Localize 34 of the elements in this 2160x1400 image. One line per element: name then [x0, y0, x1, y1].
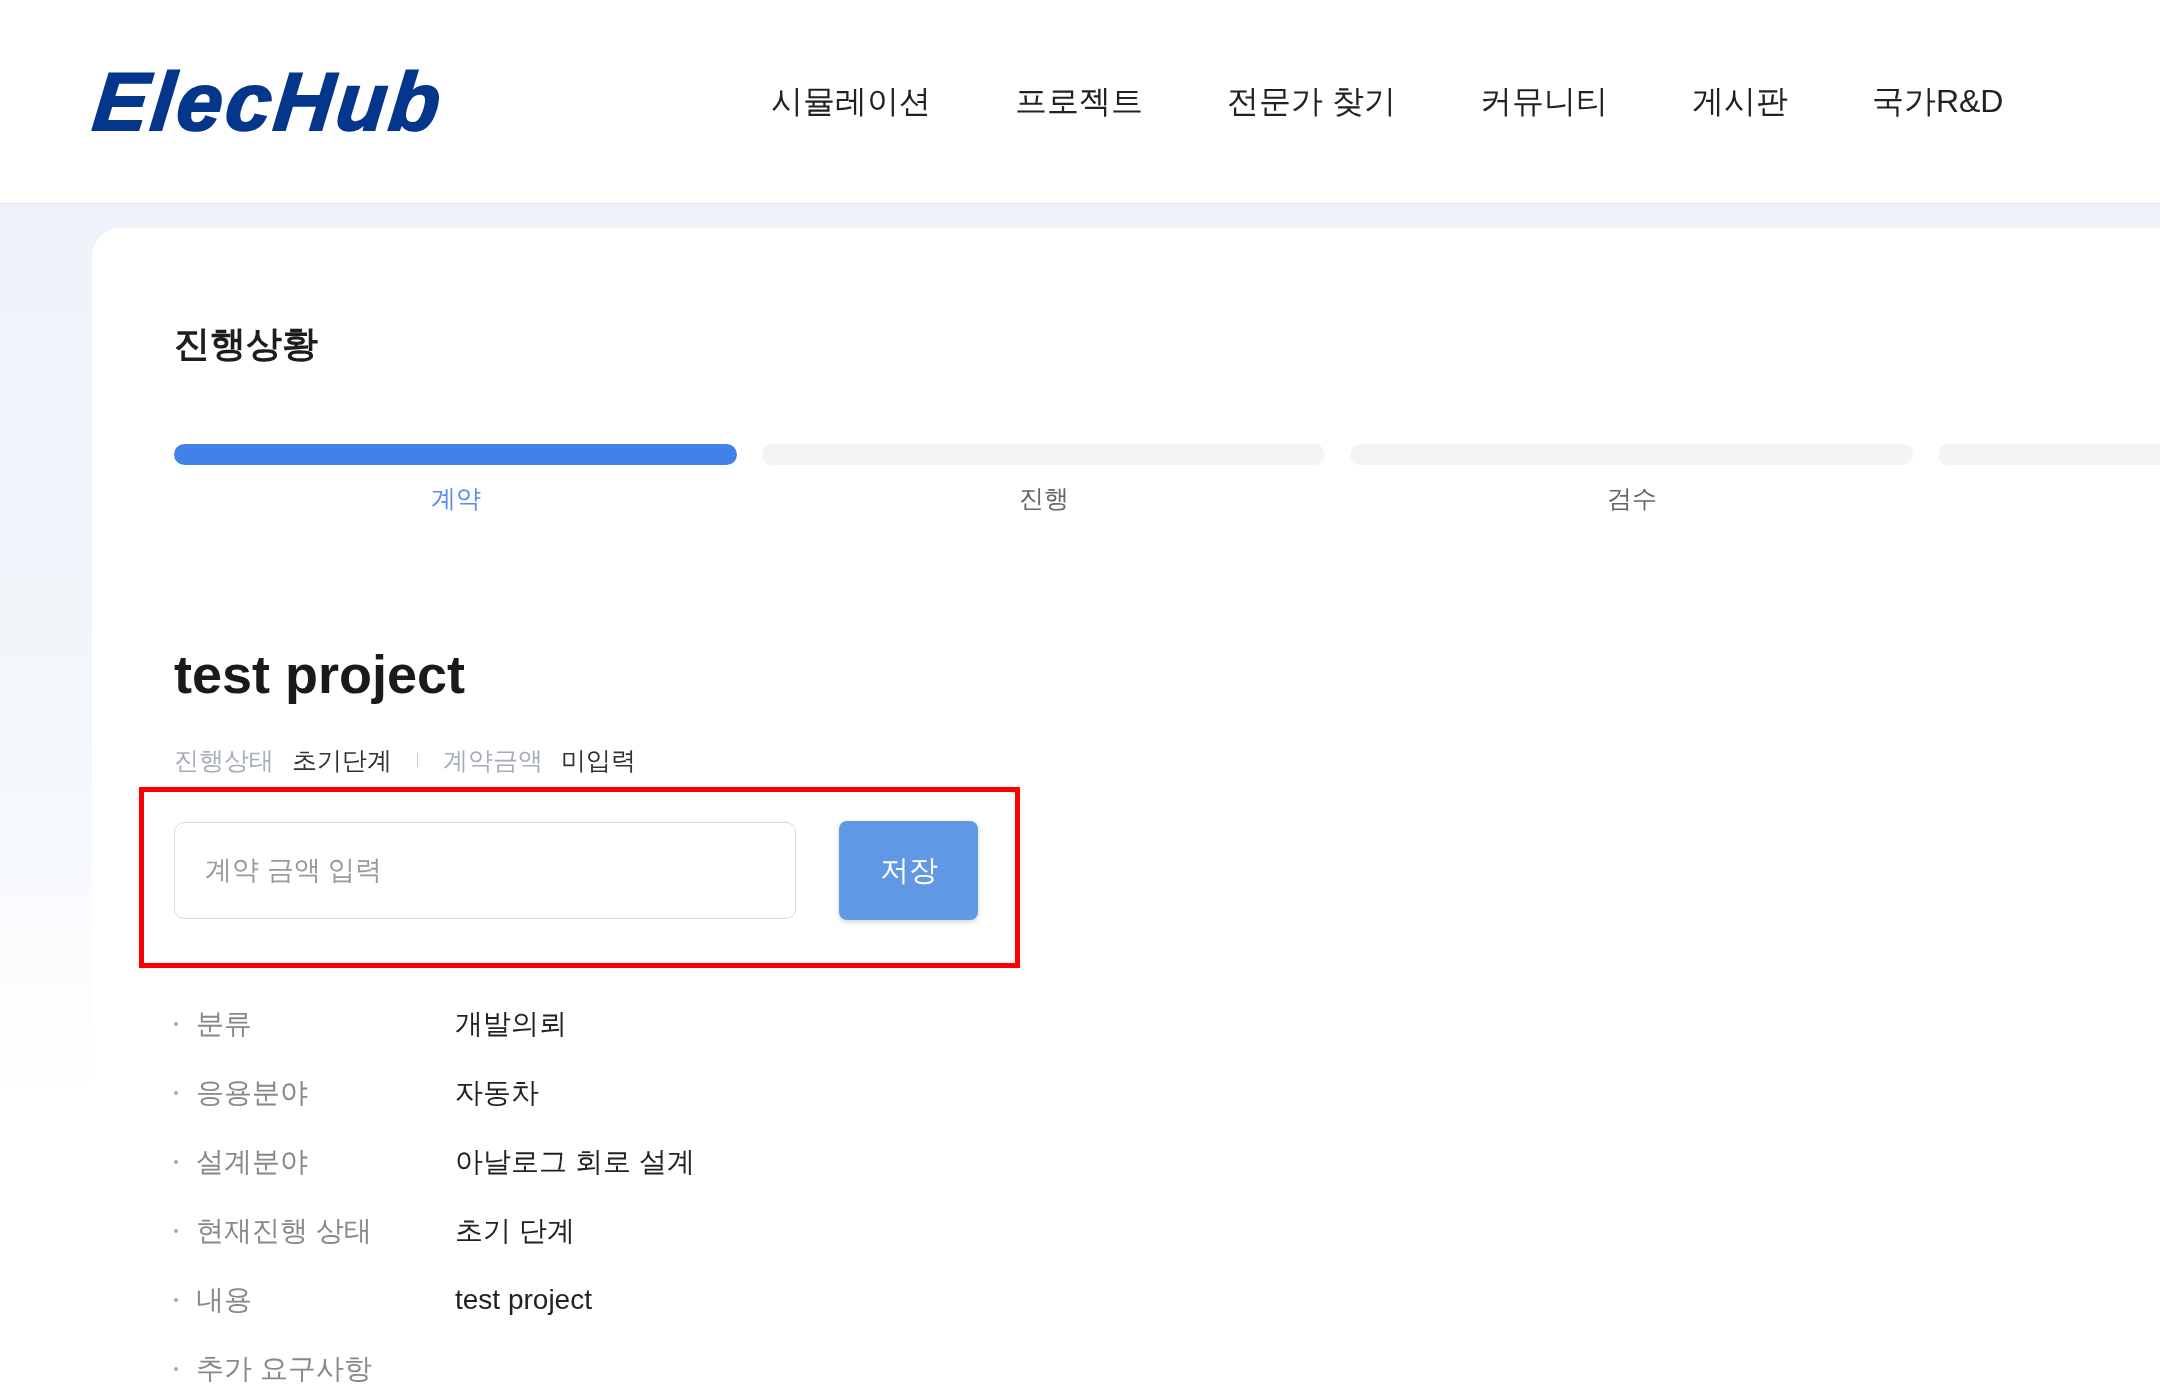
detail-value: test project — [455, 1283, 592, 1317]
bullet-icon — [174, 1022, 178, 1026]
bullet-icon — [174, 1091, 178, 1095]
meta-label: 진행상태 — [174, 745, 274, 775]
step-label: 계약 — [430, 483, 481, 514]
detail-value: 개발의뢰 — [455, 1007, 567, 1041]
detail-value: 초기 단계 — [455, 1214, 575, 1248]
nav-link[interactable]: 프로젝트 — [1015, 82, 1143, 121]
nav-link[interactable]: 커뮤니티 — [1479, 82, 1608, 121]
meta-label: 계약금액 — [443, 745, 543, 775]
nav-link[interactable]: 게시판 — [1691, 82, 1788, 121]
detail-label: 추가 요구사항 — [196, 1352, 373, 1386]
step-label: 진행 — [1018, 483, 1069, 514]
nav-link[interactable]: 전문가 찾기 — [1227, 82, 1396, 121]
project-title: test project — [174, 643, 466, 706]
nav-link[interactable]: 국가R&D — [1871, 82, 2004, 121]
bullet-icon — [174, 1229, 178, 1233]
detail-label: 응용분야 — [196, 1076, 309, 1110]
bullet-icon — [174, 1298, 178, 1302]
detail-value: 아날로그 회로 설계 — [455, 1145, 695, 1179]
brand-logo[interactable]: ElecHub — [89, 60, 448, 143]
amount-input-field[interactable]: 계약 금액 입력 — [174, 822, 796, 919]
detail-label: 분류 — [196, 1007, 253, 1041]
detail-label: 내용 — [196, 1283, 253, 1317]
bullet-icon — [174, 1160, 178, 1164]
detail-label: 현재진행 상태 — [196, 1214, 373, 1248]
detail-value: 자동차 — [455, 1076, 539, 1110]
nav-link[interactable]: 시뮬레이션 — [771, 82, 931, 121]
meta-value: 초기단계 — [292, 745, 392, 775]
section-title: 진행상황 — [174, 322, 318, 366]
step-label: 검수 — [1606, 483, 1657, 514]
detail-label: 설계분야 — [196, 1145, 309, 1179]
meta-value: 미입력 — [561, 745, 636, 775]
bullet-icon — [174, 1367, 178, 1371]
